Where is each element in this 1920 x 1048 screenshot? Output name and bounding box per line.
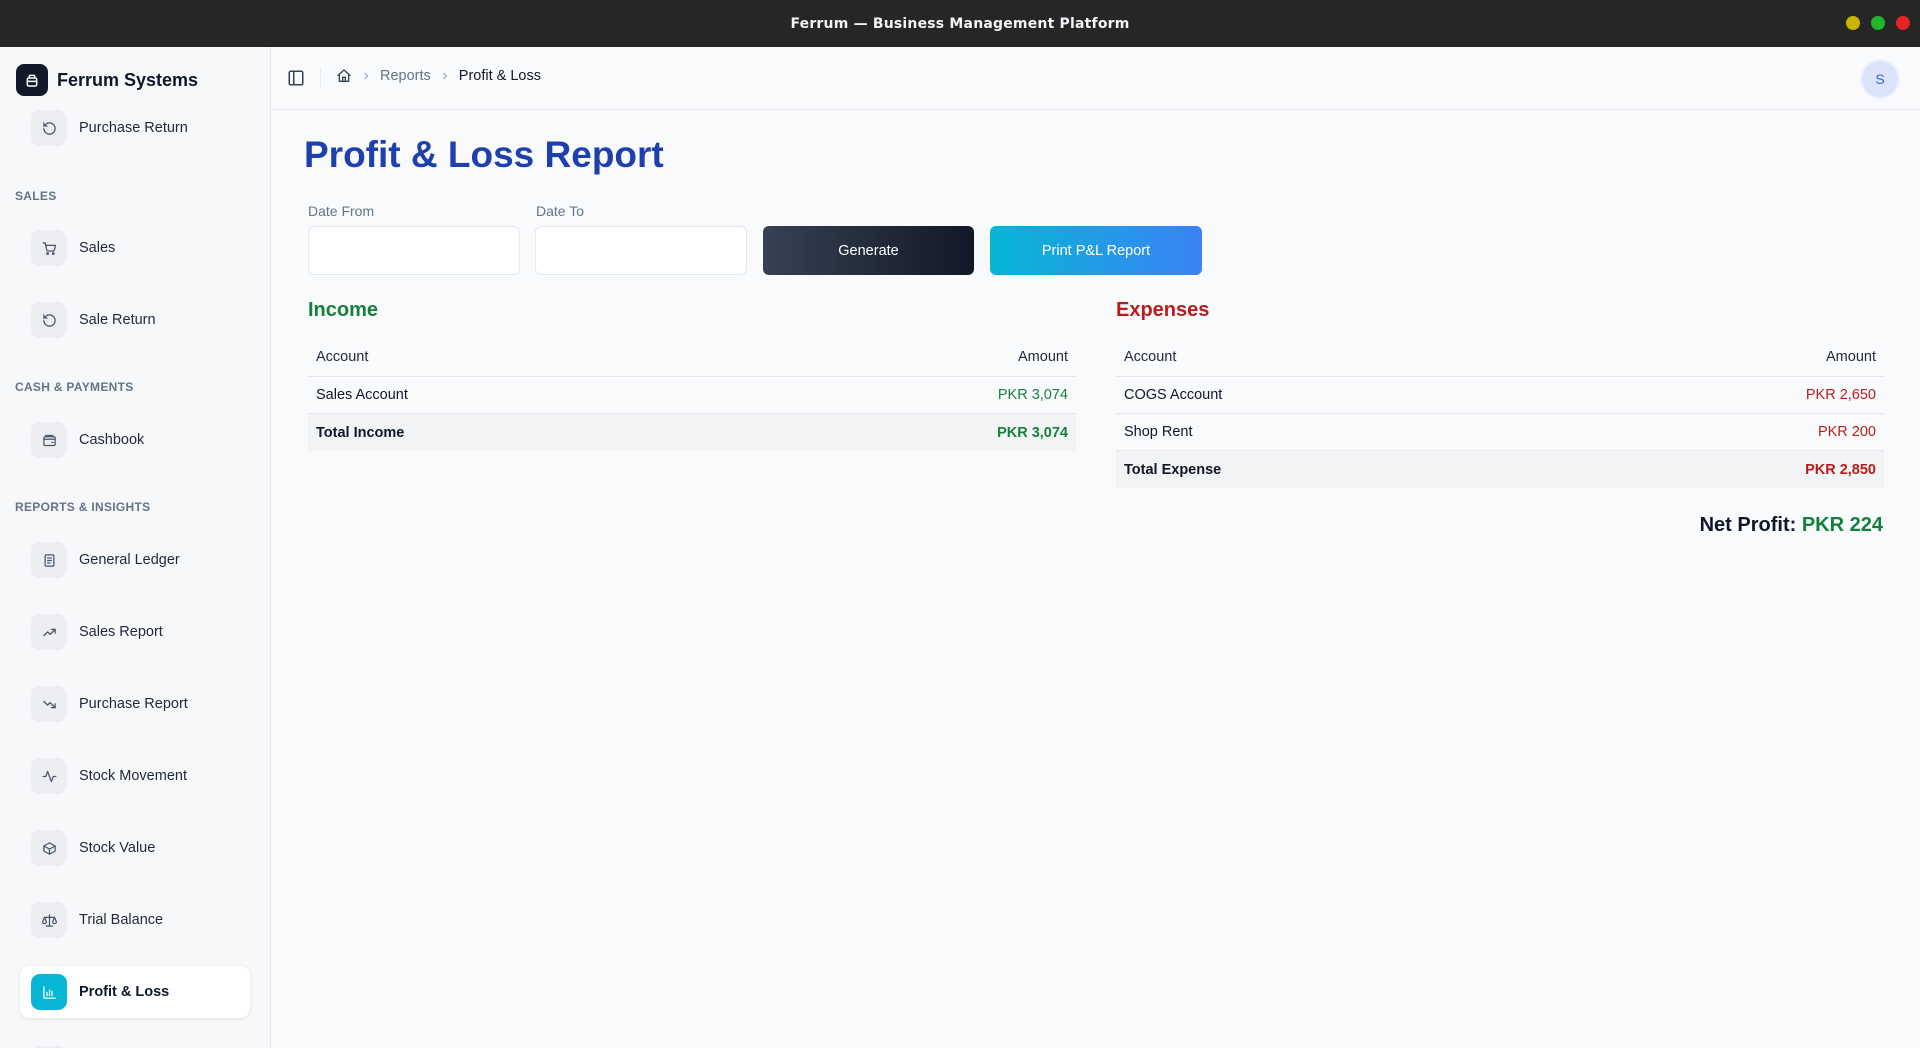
activity-icon [31, 758, 67, 794]
sidebar-item-next[interactable] [20, 1038, 250, 1048]
wallet-icon [31, 422, 67, 458]
avatar[interactable]: S [1862, 61, 1898, 97]
sidebar-item-label: Profit & Loss [79, 984, 170, 1000]
amount-cell: PKR 200 [1817, 424, 1876, 440]
column-header-account: Account [316, 348, 369, 365]
column-header-amount: Amount [1826, 348, 1876, 365]
sidebar-item-purchase-report[interactable]: Purchase Report [20, 678, 250, 730]
date-from-label: Date From [308, 203, 375, 219]
section-title-reports-insights: REPORTS & INSIGHTS [15, 500, 151, 514]
panel-left-icon [288, 70, 304, 86]
date-from-input[interactable] [308, 226, 520, 275]
sidebar-item-label: Stock Value [79, 840, 156, 856]
sidebar-item-cashbook[interactable]: Cashbook [20, 414, 250, 466]
section-title-sales: SALES [15, 189, 57, 203]
minimize-button[interactable] [1846, 16, 1860, 30]
ledger-icon [31, 542, 67, 578]
date-to-input[interactable] [535, 226, 747, 275]
window-title: Ferrum — Business Management Platform [790, 15, 1130, 32]
total-row: Total Expense PKR 2,850 [1116, 451, 1884, 488]
sidebar-item-label: Sales Report [79, 624, 163, 640]
window-controls [1846, 16, 1910, 30]
sidebar-item-stock-value[interactable]: Stock Value [20, 822, 250, 874]
sidebar-item-label: Sales [79, 240, 116, 256]
top-header: Reports Profit & Loss S [272, 47, 1920, 110]
breadcrumb: Reports Profit & Loss [336, 68, 541, 84]
sidebar-item-label: Purchase Return [79, 120, 188, 136]
bar-chart-icon [31, 974, 67, 1010]
table-row: Shop Rent PKR 200 [1116, 414, 1884, 451]
net-profit: Net Profit: PKR 224 [1700, 514, 1883, 537]
sidebar-item-label: General Ledger [79, 552, 180, 568]
sidebar-toggle-button[interactable] [287, 69, 305, 87]
trending-up-icon [31, 614, 67, 650]
rotate-ccw-icon [31, 302, 67, 338]
sidebar-item-trial-balance[interactable]: Trial Balance [20, 894, 250, 946]
total-label: Total Income [316, 424, 405, 441]
account-cell: Shop Rent [1124, 424, 1193, 440]
cart-icon [31, 230, 67, 266]
sidebar-item-label: Trial Balance [79, 912, 164, 928]
account-cell: COGS Account [1124, 387, 1223, 403]
sidebar: Ferrum Systems Purchase Return SALES Sal… [0, 47, 271, 1048]
total-amount: PKR 3,074 [997, 424, 1068, 441]
close-button[interactable] [1896, 16, 1910, 30]
page-title: Profit & Loss Report [304, 134, 664, 175]
header-divider [320, 69, 321, 87]
date-to-label: Date To [536, 203, 584, 219]
amount-cell: PKR 2,650 [1805, 387, 1876, 403]
expenses-title: Expenses [1116, 299, 1210, 321]
home-icon[interactable] [336, 68, 352, 84]
table-row: COGS Account PKR 2,650 [1116, 377, 1884, 414]
account-cell: Sales Account [316, 387, 408, 403]
breadcrumb-reports[interactable]: Reports [380, 68, 431, 84]
expenses-table: Account Amount COGS Account PKR 2,650 Sh… [1116, 337, 1884, 488]
breadcrumb-current: Profit & Loss [458, 68, 541, 84]
sidebar-item-label: Stock Movement [79, 768, 187, 784]
sidebar-item-label: Cashbook [79, 432, 145, 448]
sidebar-item-sale-return[interactable]: Sale Return [20, 294, 250, 346]
chevron-right-icon [360, 70, 372, 82]
column-header-account: Account [1124, 348, 1177, 365]
sidebar-item-sales-report[interactable]: Sales Report [20, 606, 250, 658]
brand-logo-icon [16, 64, 48, 96]
net-profit-label: Net Profit: [1699, 514, 1797, 536]
total-amount: PKR 2,850 [1805, 461, 1876, 478]
scale-icon [31, 902, 67, 938]
column-header-amount: Amount [1018, 348, 1068, 365]
income-table: Account Amount Sales Account PKR 3,074 T… [308, 337, 1076, 451]
box-icon [31, 830, 67, 866]
table-row: Sales Account PKR 3,074 [308, 377, 1076, 414]
net-profit-value: PKR 224 [1801, 514, 1883, 536]
brand[interactable]: Ferrum Systems [16, 64, 198, 96]
income-title: Income [308, 299, 379, 321]
total-row: Total Income PKR 3,074 [308, 414, 1076, 451]
window-titlebar: Ferrum — Business Management Platform [0, 0, 1920, 47]
sidebar-item-profit-loss[interactable]: Profit & Loss [20, 966, 250, 1018]
table-header-row: Account Amount [308, 337, 1076, 377]
table-header-row: Account Amount [1116, 337, 1884, 377]
brand-name: Ferrum Systems [57, 69, 199, 90]
total-label: Total Expense [1124, 461, 1222, 478]
sidebar-item-general-ledger[interactable]: General Ledger [20, 534, 250, 586]
generate-button[interactable]: Generate [763, 226, 974, 275]
sidebar-item-label: Sale Return [79, 312, 156, 328]
trending-down-icon [31, 686, 67, 722]
maximize-button[interactable] [1871, 16, 1885, 30]
chevron-right-icon [439, 70, 451, 82]
sidebar-item-sales[interactable]: Sales [20, 222, 250, 274]
sidebar-item-purchase-return[interactable]: Purchase Return [20, 102, 250, 154]
sidebar-item-stock-movement[interactable]: Stock Movement [20, 750, 250, 802]
amount-cell: PKR 3,074 [997, 387, 1068, 403]
print-report-button[interactable]: Print P&L Report [990, 226, 1202, 275]
section-title-cash-payments: CASH & PAYMENTS [15, 380, 134, 394]
sidebar-item-label: Purchase Report [79, 696, 188, 712]
rotate-ccw-icon [31, 110, 67, 146]
